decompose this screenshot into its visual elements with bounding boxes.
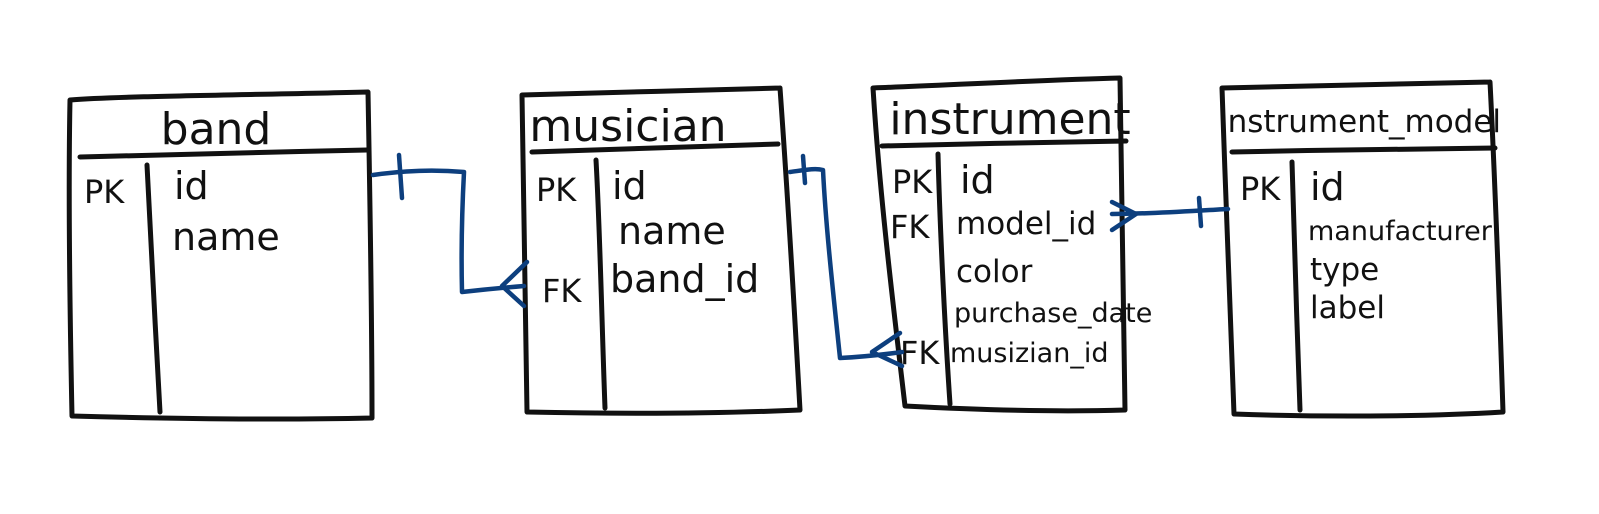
row-field: name [172, 215, 280, 259]
table-title: instrument [889, 94, 1130, 145]
row-key: PK [536, 171, 577, 209]
header-divider [1229, 145, 1498, 155]
row-field: manufacturer [1308, 216, 1493, 247]
row-field: id [1310, 165, 1345, 209]
table-instrument: instrument PK id FK model_id color purch… [870, 75, 1152, 414]
key-column-divider [935, 151, 953, 407]
row-field: id [960, 158, 995, 202]
key-column-divider [1289, 159, 1303, 413]
row-field: musizian_id [950, 338, 1108, 369]
one-marker [1196, 195, 1204, 229]
table-instrument-model: instrument_model PK id manufacturer type… [1219, 79, 1506, 419]
one-marker [396, 152, 405, 201]
row-key: FK [542, 272, 582, 310]
row-key: FK [890, 208, 930, 246]
table-title: instrument_model [1219, 104, 1501, 140]
one-marker [800, 153, 808, 186]
row-field: id [174, 164, 209, 208]
table-musician: musician PK id name FK band_id [519, 85, 803, 416]
table-band: band PK id name [66, 89, 375, 422]
key-column-divider [144, 162, 163, 415]
row-field: id [612, 164, 647, 208]
row-field: type [1310, 252, 1379, 288]
row-key: PK [1240, 170, 1281, 208]
er-diagram: band PK id name musician PK id name FK b… [66, 75, 1506, 422]
row-field: model_id [956, 206, 1096, 242]
row-key: PK [892, 163, 933, 201]
row-field: label [1310, 290, 1385, 326]
table-title: band [161, 104, 272, 155]
row-field: name [618, 209, 726, 253]
relationship-line [787, 166, 905, 361]
relationship-musician-instrument [787, 153, 905, 369]
row-field: band_id [610, 257, 759, 301]
key-column-divider [593, 157, 608, 411]
relationship-line [370, 168, 527, 295]
row-field: color [956, 254, 1033, 290]
table-title: musician [529, 101, 726, 152]
relationship-instrument-model [1109, 195, 1231, 233]
row-key: FK [900, 334, 940, 372]
row-field: purchase_date [954, 298, 1152, 329]
relationship-band-musician [370, 152, 530, 309]
row-key: PK [84, 173, 125, 211]
